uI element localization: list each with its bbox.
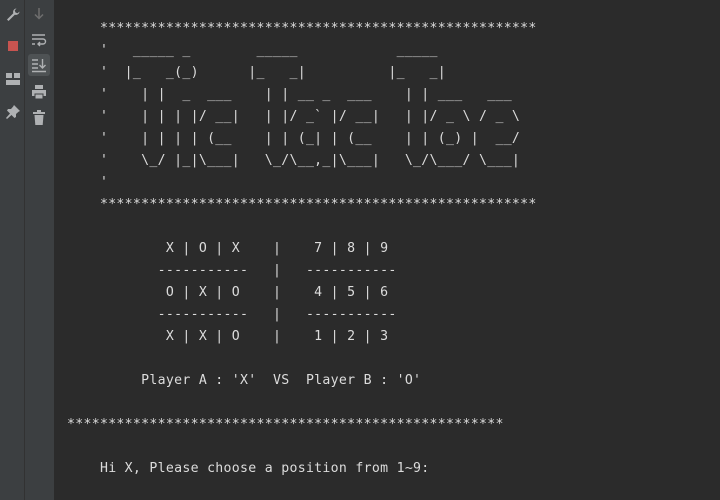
console-line: ' | | _ ___ | | __ _ ___ | | ___ ___ bbox=[67, 87, 512, 102]
wrench-icon[interactable] bbox=[2, 4, 23, 25]
console-line: ' \_/ |_|\___| \_/\__,_|\___| \_/\___/ \… bbox=[67, 153, 521, 168]
console-text: ****************************************… bbox=[67, 18, 537, 480]
console-line: ****************************************… bbox=[67, 417, 504, 432]
trash-icon[interactable] bbox=[28, 107, 50, 129]
console-line: Hi X, Please choose a position from 1~9: bbox=[67, 461, 430, 476]
layout-icon[interactable] bbox=[2, 68, 23, 89]
stop-icon[interactable] bbox=[2, 35, 23, 56]
run-toolbar-left bbox=[0, 0, 25, 500]
console-line: ' _____ _ _____ _____ bbox=[67, 43, 438, 58]
console-line: ' |_ _(_) |_ _| |_ _| bbox=[67, 65, 447, 80]
console-line: ' | | | |/ __| | |/ _` |/ __| | |/ _ \ /… bbox=[67, 109, 521, 124]
arrow-down-icon[interactable] bbox=[28, 3, 50, 25]
print-icon[interactable] bbox=[28, 81, 50, 103]
console-line: ' | | | | (__ | | (_| | (__ | | (_) | __… bbox=[67, 131, 521, 146]
console-line: ****************************************… bbox=[67, 21, 537, 36]
console-line: Player A : 'X' VS Player B : 'O' bbox=[67, 373, 422, 388]
console-line: ----------- | ----------- bbox=[67, 307, 397, 322]
console-line: ****************************************… bbox=[67, 197, 537, 212]
console-line: ' bbox=[67, 175, 109, 190]
run-tool-window: ****************************************… bbox=[0, 0, 720, 500]
console-line: X | X | O | 1 | 2 | 3 bbox=[67, 329, 389, 344]
console-output[interactable]: ****************************************… bbox=[55, 0, 720, 500]
scroll-to-end-icon[interactable] bbox=[28, 54, 50, 76]
pin-icon[interactable] bbox=[2, 101, 23, 122]
console-line: O | X | O | 4 | 5 | 6 bbox=[67, 285, 389, 300]
soft-wrap-icon[interactable] bbox=[28, 29, 50, 51]
console-line: ----------- | ----------- bbox=[67, 263, 397, 278]
console-line: X | O | X | 7 | 8 | 9 bbox=[67, 241, 389, 256]
console-toolbar bbox=[25, 0, 55, 500]
